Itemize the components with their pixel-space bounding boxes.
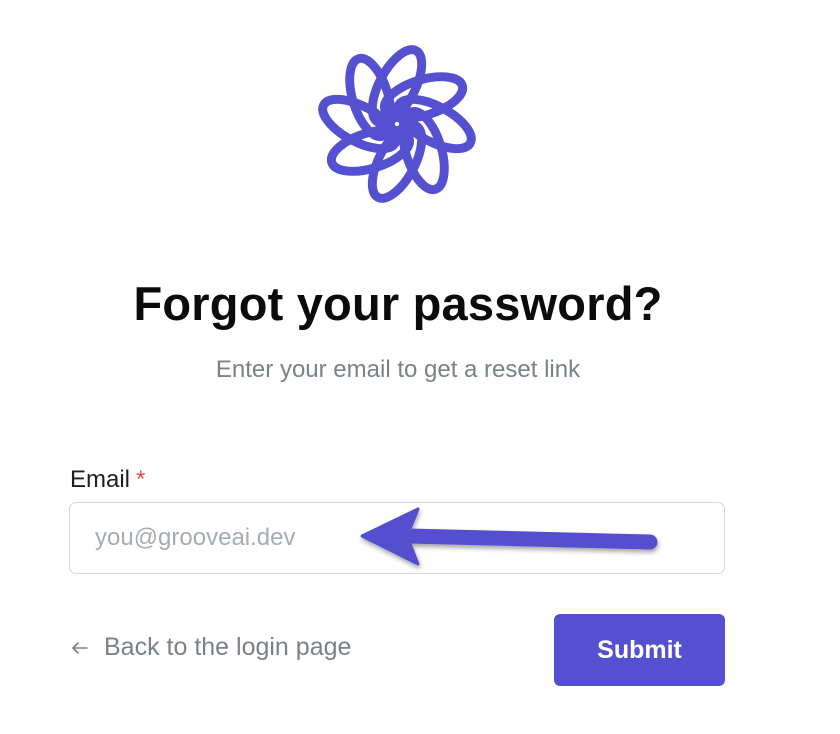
required-marker: * — [136, 466, 146, 493]
email-label-text: Email — [70, 466, 131, 493]
back-to-login-label: Back to the login page — [104, 633, 352, 661]
page-subtitle: Enter your email to get a reset link — [215, 356, 581, 383]
arrow-left-icon — [72, 641, 88, 654]
email-input[interactable] — [69, 502, 725, 574]
back-to-login-link[interactable]: Back to the login page — [70, 633, 351, 662]
submit-button[interactable]: Submit — [554, 614, 725, 686]
page-title: Forgot your password? — [133, 277, 663, 330]
email-label: Email * — [70, 466, 145, 494]
flower-logo-icon — [318, 45, 476, 203]
forgot-password-page: Forgot your password? Enter your email t… — [0, 0, 840, 734]
